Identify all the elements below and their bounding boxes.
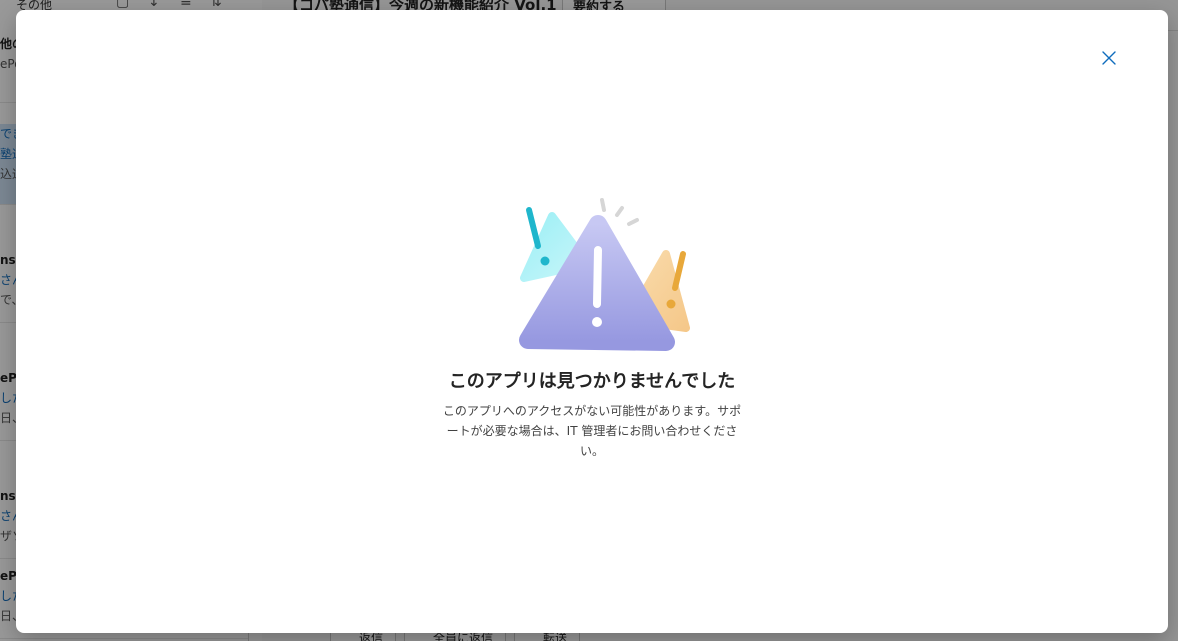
cyan-exclamation-dot (540, 256, 550, 266)
cyan-exclamation-bar (526, 207, 541, 249)
orange-exclamation-dot (666, 299, 676, 309)
sparkle-dash (627, 218, 639, 226)
close-icon (1102, 51, 1116, 65)
close-button[interactable] (1097, 46, 1121, 70)
exclamation-bar (593, 246, 602, 308)
dialog-title: このアプリは見つかりませんでした (448, 371, 736, 392)
sparkle-dash (615, 206, 624, 217)
orange-exclamation-bar (672, 251, 686, 291)
exclamation-dot (592, 317, 602, 327)
app-not-found-dialog: このアプリは見つかりませんでした このアプリへのアクセスがない可能性があります。… (16, 10, 1168, 633)
warning-triangle-illustration (519, 198, 690, 351)
sparkle-dash (600, 198, 606, 212)
dialog-message: このアプリへのアクセスがない可能性があります。サポートが必要な場合は、IT 管理… (442, 404, 742, 458)
